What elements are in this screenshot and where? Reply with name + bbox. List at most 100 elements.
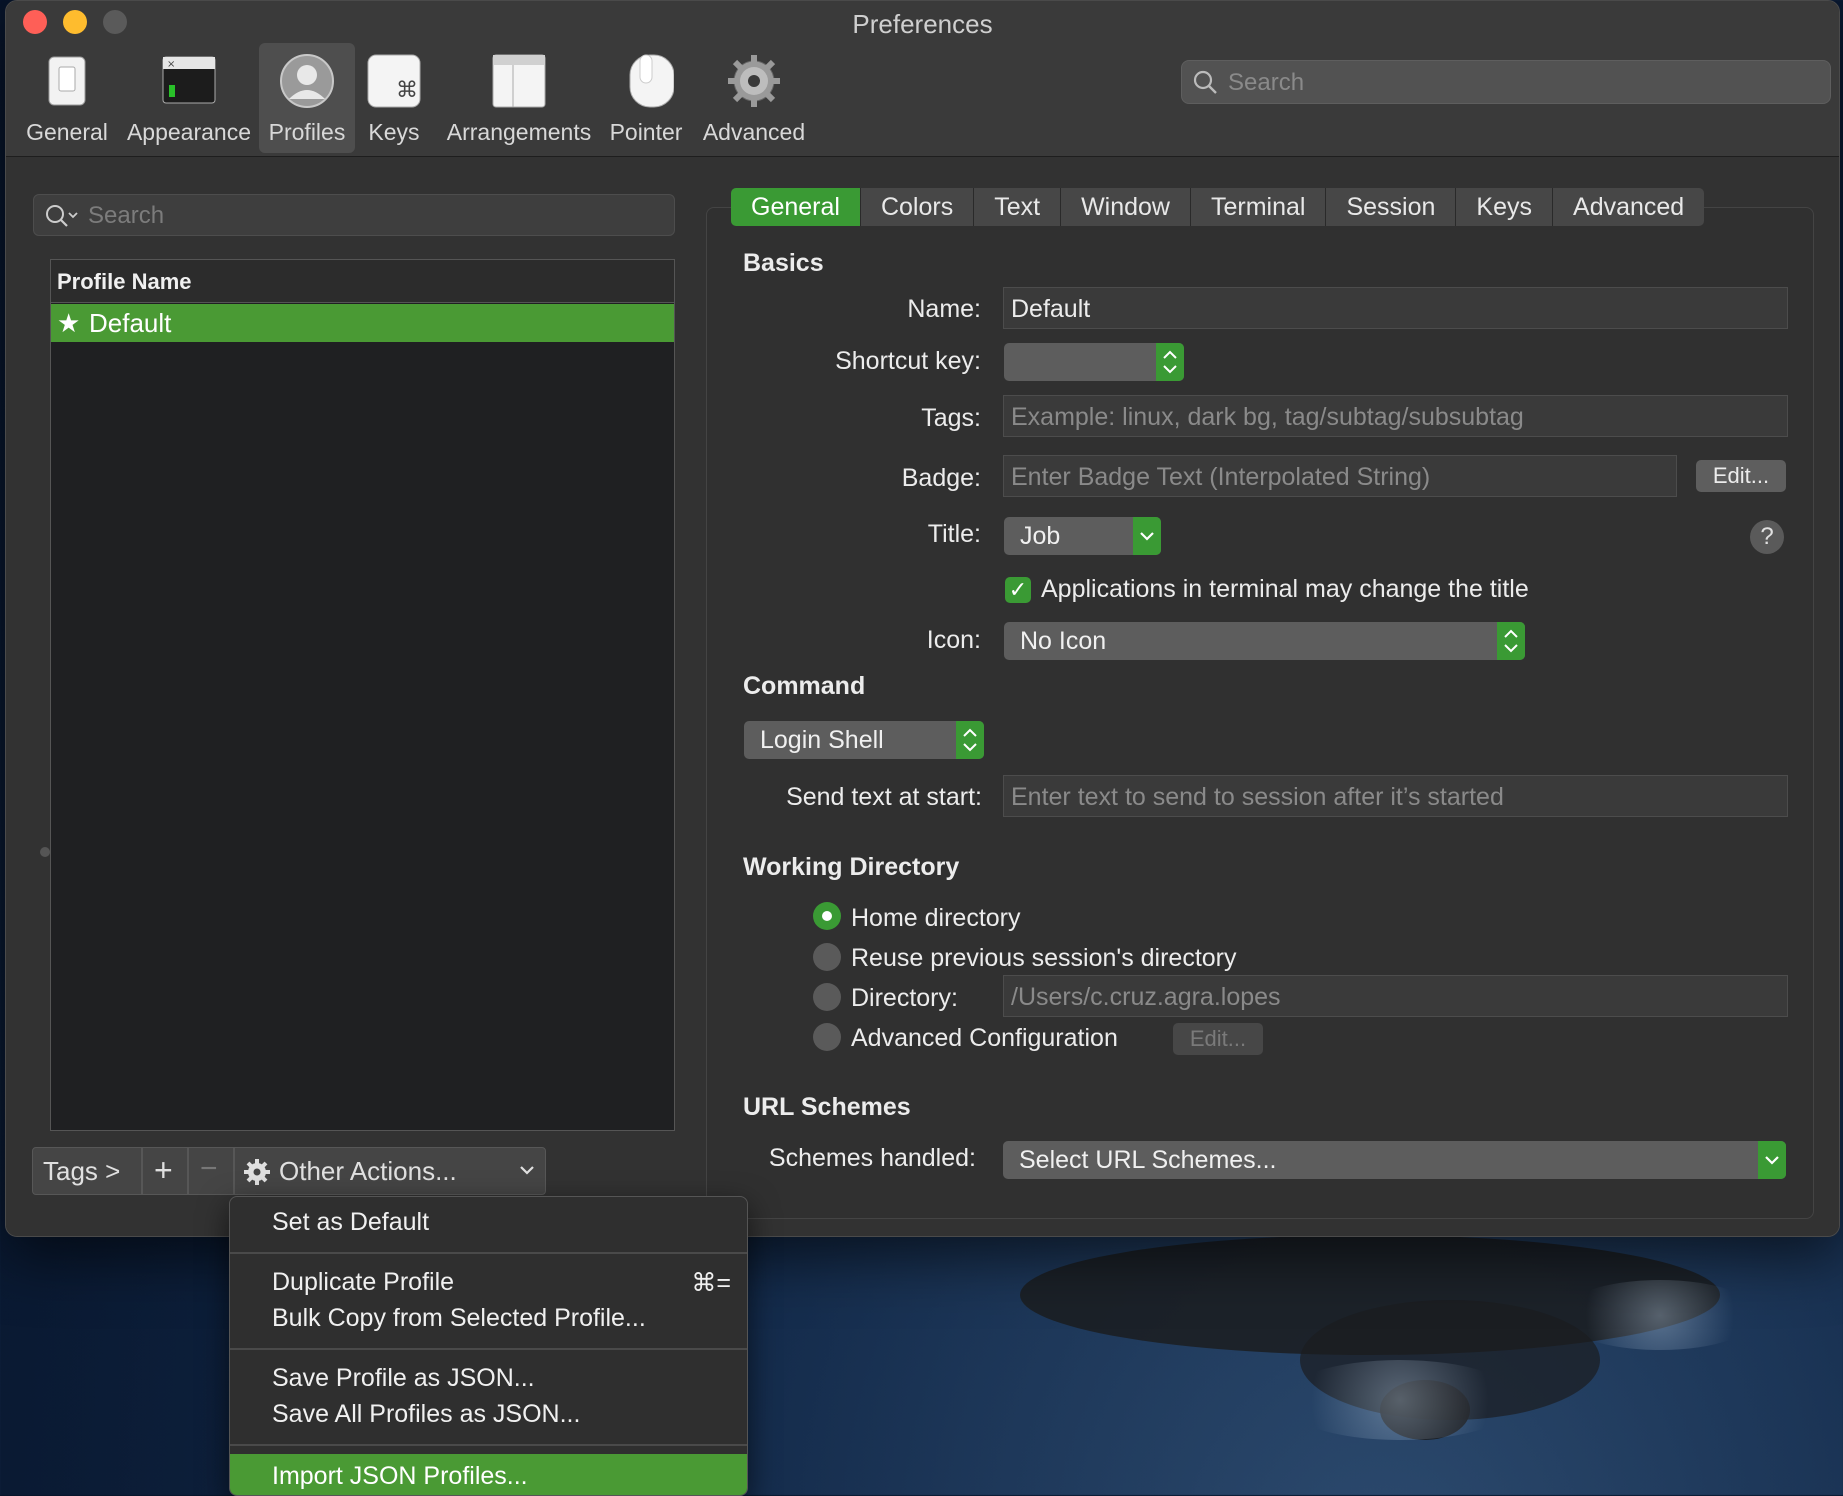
tab-terminal[interactable]: Terminal	[1190, 188, 1327, 226]
toolbar-label: Arrangements	[446, 119, 592, 145]
menu-item-duplicate-profile[interactable]: Duplicate Profile ⌘=	[230, 1264, 747, 1300]
tab-window[interactable]: Window	[1061, 188, 1191, 226]
badge-edit-button[interactable]: Edit...	[1696, 460, 1786, 492]
tags-placeholder: Example: linux, dark bg, tag/subtag/subs…	[1011, 403, 1524, 431]
tags-button[interactable]: Tags >	[32, 1147, 142, 1195]
advanced-configuration-edit-button[interactable]: Edit...	[1173, 1023, 1263, 1055]
toolbar-label: Appearance	[126, 119, 252, 145]
toolbar-arrangements[interactable]: Arrangements	[439, 43, 599, 153]
add-profile-button[interactable]: +	[142, 1147, 188, 1195]
profile-list: Profile Name ★ Default	[50, 259, 675, 1131]
toolbar-label: Pointer	[609, 119, 683, 145]
name-label: Name:	[907, 295, 981, 323]
command-section-title: Command	[743, 672, 866, 700]
toolbar-label: Keys	[368, 119, 420, 145]
preferences-search-input[interactable]: Search	[1181, 60, 1831, 104]
tab-session[interactable]: Session	[1326, 188, 1457, 226]
toolbar-appearance[interactable]: × Appearance	[119, 43, 259, 153]
title-value: Job	[1020, 522, 1061, 550]
split-handle[interactable]	[40, 847, 50, 857]
menu-item-shortcut: ⌘=	[691, 1269, 731, 1297]
other-actions-menu: Set as Default Duplicate Profile ⌘= Bulk…	[229, 1196, 748, 1496]
chevron-down-icon	[520, 1166, 534, 1175]
menu-item-save-all-profiles-json[interactable]: Save All Profiles as JSON...	[230, 1396, 747, 1432]
other-actions-label: Other Actions...	[279, 1156, 457, 1186]
menu-item-bulk-copy[interactable]: Bulk Copy from Selected Profile...	[230, 1300, 747, 1336]
toolbar-pointer[interactable]: Pointer	[601, 43, 691, 153]
title-select[interactable]: Job	[1004, 517, 1161, 555]
name-field[interactable]: Default	[1003, 287, 1788, 329]
column-header-label: Profile Name	[57, 269, 192, 294]
directory-path-placeholder: /Users/c.cruz.agra.lopes	[1011, 983, 1281, 1011]
icon-select[interactable]: No Icon	[1004, 622, 1525, 660]
tags-field[interactable]: Example: linux, dark bg, tag/subtag/subs…	[1003, 395, 1788, 437]
directory-path-field[interactable]: /Users/c.cruz.agra.lopes	[1003, 975, 1788, 1017]
reuse-directory-radio[interactable]	[813, 943, 841, 971]
reuse-directory-label: Reuse previous session's directory	[851, 944, 1237, 972]
menu-item-set-as-default[interactable]: Set as Default	[230, 1204, 747, 1240]
toolbar-label: Profiles	[268, 119, 346, 145]
search-icon	[46, 205, 78, 227]
toolbar-label: General	[26, 119, 108, 145]
title-label: Title:	[927, 520, 981, 548]
send-text-field[interactable]: Enter text to send to session after it’s…	[1003, 775, 1788, 817]
profile-row-default[interactable]: ★ Default	[51, 304, 674, 342]
tab-colors[interactable]: Colors	[860, 188, 975, 226]
chevron-down-icon	[1133, 517, 1161, 555]
window-arrangement-icon	[492, 54, 546, 108]
tab-text[interactable]: Text	[974, 188, 1062, 226]
toolbar-keys[interactable]: ⌘ Keys	[358, 43, 430, 153]
icon-label: Icon:	[926, 626, 981, 654]
profile-tab-bar: General Colors Text Window Terminal Sess…	[731, 188, 1705, 226]
menu-item-label: Duplicate Profile	[272, 1268, 455, 1296]
profile-name-column-header[interactable]: Profile Name	[51, 260, 674, 303]
profile-search-input[interactable]: Search	[33, 194, 675, 236]
directory-label: Directory:	[851, 984, 958, 1012]
toolbar-profiles[interactable]: Profiles	[259, 43, 355, 153]
basics-section-title: Basics	[743, 249, 824, 277]
tab-advanced[interactable]: Advanced	[1553, 188, 1705, 226]
badge-label: Badge:	[901, 464, 981, 492]
home-directory-label: Home directory	[851, 904, 1021, 932]
advanced-configuration-radio[interactable]	[813, 1023, 841, 1051]
other-actions-button[interactable]: Other Actions...	[234, 1147, 546, 1195]
toolbar-advanced[interactable]: Advanced	[694, 43, 814, 153]
chevron-down-icon	[1758, 1141, 1786, 1179]
tags-label: Tags:	[921, 404, 981, 432]
tab-keys[interactable]: Keys	[1456, 188, 1554, 226]
apps-change-title-label: Applications in terminal may change the …	[1041, 575, 1529, 603]
toolbar-general[interactable]: General	[21, 43, 113, 153]
title-bar: Preferences General × Appearance Profile…	[6, 1, 1839, 157]
url-schemes-value: Select URL Schemes...	[1019, 1146, 1277, 1174]
preferences-window: Preferences General × Appearance Profile…	[5, 0, 1840, 1237]
directory-radio[interactable]	[813, 983, 841, 1011]
menu-item-label: Import JSON Profiles...	[272, 1462, 528, 1490]
minus-icon: −	[200, 1152, 218, 1185]
tags-button-label: Tags >	[43, 1156, 121, 1186]
icon-value: No Icon	[1020, 627, 1107, 655]
home-directory-radio[interactable]	[813, 902, 841, 930]
advanced-configuration-label: Advanced Configuration	[851, 1024, 1118, 1052]
stepper-icon	[1497, 622, 1525, 660]
shortcut-key-label: Shortcut key:	[835, 347, 981, 375]
stepper-icon	[956, 721, 984, 759]
switch-icon	[48, 56, 86, 106]
gear-icon	[728, 55, 780, 107]
shortcut-key-select[interactable]	[1004, 343, 1184, 381]
profile-name: Default	[89, 308, 172, 338]
command-shell-select[interactable]: Login Shell	[744, 721, 984, 759]
window-title: Preferences	[852, 9, 993, 39]
star-icon: ★	[57, 308, 81, 338]
remove-profile-button[interactable]: −	[188, 1147, 234, 1195]
menu-item-import-json-profiles[interactable]: Import JSON Profiles...	[230, 1454, 747, 1495]
url-schemes-select[interactable]: Select URL Schemes...	[1003, 1141, 1786, 1179]
badge-field[interactable]: Enter Badge Text (Interpolated String)	[1003, 455, 1677, 497]
working-directory-section-title: Working Directory	[743, 853, 960, 881]
help-button[interactable]: ?	[1750, 520, 1784, 554]
mouse-icon	[629, 54, 674, 108]
tab-general[interactable]: General	[731, 188, 861, 226]
apps-change-title-checkbox[interactable]: ✓	[1005, 577, 1031, 603]
menu-item-label: Set as Default	[272, 1208, 430, 1236]
menu-item-save-profile-json[interactable]: Save Profile as JSON...	[230, 1360, 747, 1396]
menu-separator	[230, 1252, 747, 1254]
